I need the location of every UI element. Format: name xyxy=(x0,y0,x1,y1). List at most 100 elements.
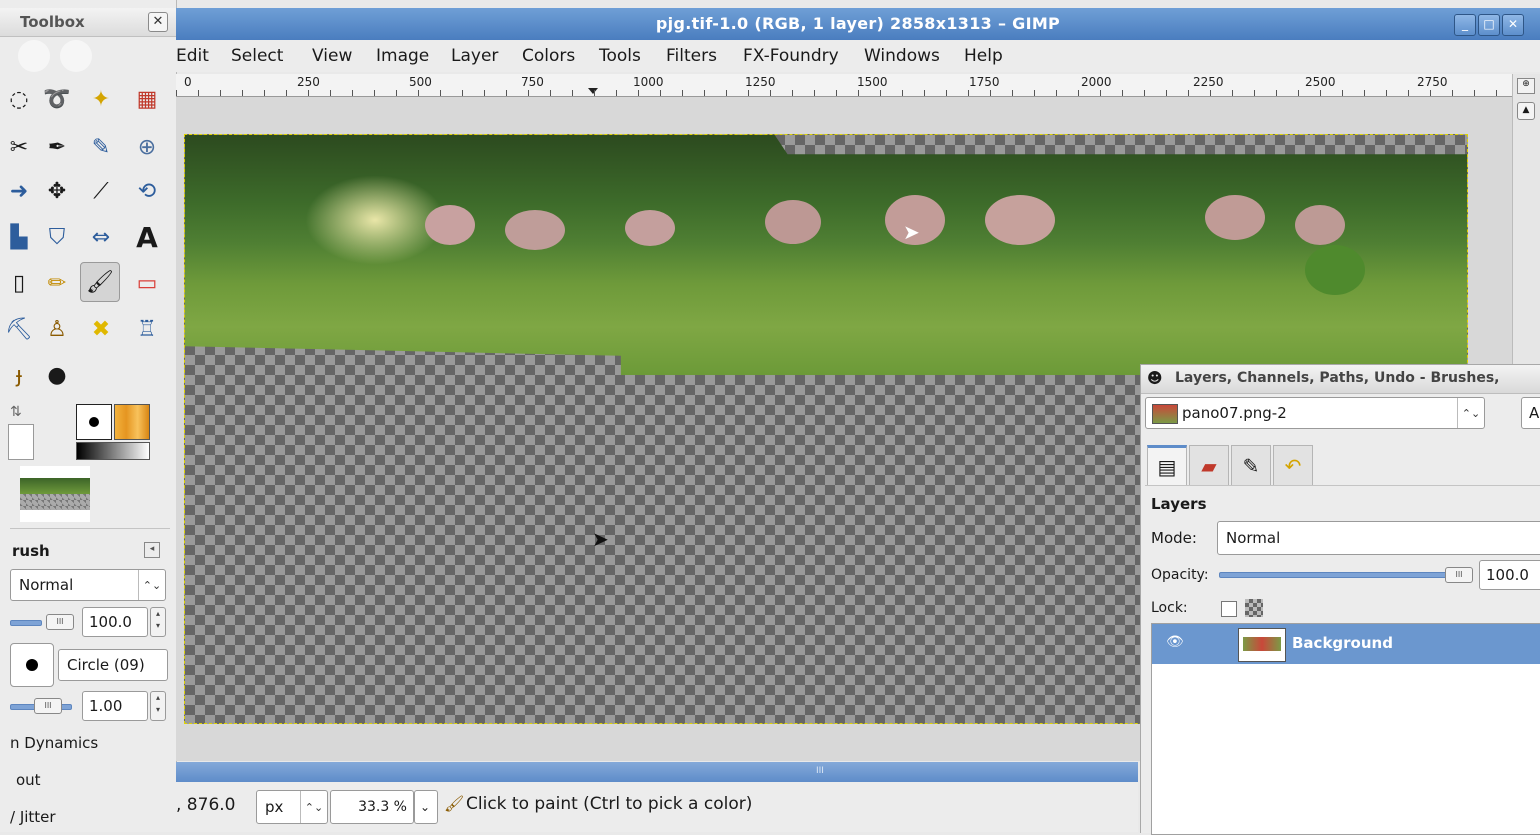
close-icon[interactable]: ✕ xyxy=(1502,14,1524,36)
unit-select[interactable]: px ⌃⌄ xyxy=(256,790,328,824)
bucket-fill-icon[interactable]: ▯ xyxy=(0,264,38,302)
paint-mode-select[interactable]: Normal ⌃⌄ xyxy=(10,569,166,601)
opacity-slider[interactable] xyxy=(10,620,42,626)
paintbrush-icon[interactable]: 🖌 xyxy=(80,262,120,302)
default-colors-swatch[interactable] xyxy=(8,424,34,460)
layer-opacity-slider[interactable] xyxy=(1219,572,1471,578)
menu-edit[interactable]: Edit xyxy=(176,46,209,66)
image-window-titlebar[interactable]: pjg.tif-1.0 (RGB, 1 layer) 2858x1313 – G… xyxy=(176,8,1540,41)
image-select[interactable]: pano07.png-2 ⌃⌄ xyxy=(1145,397,1485,429)
airbrush-icon[interactable]: ⛏ xyxy=(0,310,38,348)
menu-colors[interactable]: Colors xyxy=(522,46,575,66)
menu-layer[interactable]: Layer xyxy=(451,46,498,66)
layer-opacity-input[interactable]: 100.0 xyxy=(1479,560,1540,590)
dock-titlebar[interactable]: ☻ Layers, Channels, Paths, Undo - Brushe… xyxy=(1141,365,1540,394)
paths-icon: ✎ xyxy=(1242,453,1260,478)
blossom-tree xyxy=(1205,195,1265,240)
menu-image[interactable]: Image xyxy=(376,46,429,66)
horizontal-scrollbar[interactable]: III xyxy=(176,762,1138,782)
layer-mode-select[interactable]: Normal xyxy=(1217,521,1540,555)
color-picker-icon[interactable]: ✎ xyxy=(82,128,120,166)
dynamics-option[interactable]: n Dynamics xyxy=(10,734,98,752)
size-input[interactable]: 1.00 xyxy=(82,691,148,721)
zoom-dropdown-button[interactable]: ⌄ xyxy=(414,790,438,824)
eye-icon[interactable]: 👁 xyxy=(1166,634,1184,650)
brush-preview-button[interactable] xyxy=(10,643,54,687)
lock-pixels-checkbox[interactable] xyxy=(1221,601,1237,617)
eraser-icon[interactable]: ▭ xyxy=(128,264,166,302)
ruler-ticks xyxy=(176,90,1512,96)
tab-layers[interactable]: ▤ xyxy=(1147,445,1187,485)
brush-name-field[interactable]: Circle (09) xyxy=(58,649,168,681)
menu-filters[interactable]: Filters xyxy=(666,46,717,66)
smudge-icon[interactable]: ɟ xyxy=(0,356,38,394)
ruler-label: 2500 xyxy=(1305,75,1336,89)
heal-icon[interactable]: ✖ xyxy=(82,310,120,348)
ruler-label: 1750 xyxy=(969,75,1000,89)
ruler-label: 1000 xyxy=(633,75,664,89)
tab-undo[interactable]: ↶ xyxy=(1273,445,1313,485)
gradient-preview[interactable] xyxy=(76,442,150,460)
horizontal-ruler[interactable]: 0 250 500 750 1000 1250 1500 1750 2000 2… xyxy=(176,74,1512,97)
swap-colors-icon[interactable]: ⇅ xyxy=(10,404,22,420)
lock-alpha-icon[interactable] xyxy=(1245,599,1263,617)
menu-fx-foundry[interactable]: FX-Foundry xyxy=(743,46,839,66)
shear-icon[interactable]: ⛉ xyxy=(38,218,76,256)
scissors-icon[interactable]: ✂ xyxy=(0,128,38,166)
zoom-input[interactable]: 33.3 % xyxy=(330,790,414,824)
fade-option[interactable]: out xyxy=(16,771,41,789)
select-by-color-icon[interactable]: ▦ xyxy=(128,80,166,118)
move-icon[interactable]: ✥ xyxy=(38,172,76,210)
tab-paths[interactable]: ✎ xyxy=(1231,445,1271,485)
pattern-preview[interactable] xyxy=(114,404,150,440)
opacity-slider-handle[interactable]: III xyxy=(46,614,74,630)
statusbar: , 876.0 px ⌃⌄ 33.3 % ⌄ 🖌 Click to paint … xyxy=(176,782,1138,832)
layers-list[interactable]: 👁 Background xyxy=(1151,623,1540,835)
menu-select[interactable]: Select xyxy=(231,46,283,66)
lock-label: Lock: xyxy=(1151,600,1188,616)
menu-tools[interactable]: Tools xyxy=(599,46,641,66)
ink-icon[interactable]: ♙ xyxy=(38,310,76,348)
crop-icon[interactable]: ⟋ xyxy=(82,172,120,210)
scroll-grip-icon[interactable]: III xyxy=(816,766,824,776)
zoom-icon[interactable]: ⊕ xyxy=(128,128,166,166)
maximize-icon[interactable]: □ xyxy=(1478,14,1500,36)
opacity-input[interactable]: 100.0 xyxy=(82,607,148,637)
image-thumbnail[interactable] xyxy=(20,466,90,522)
image-thumbnail-icon xyxy=(1152,404,1178,424)
size-spin-buttons[interactable]: ▴ ▾ xyxy=(150,691,166,721)
dodge-burn-icon[interactable]: ● xyxy=(38,356,76,394)
flip-icon[interactable]: ⇔ xyxy=(82,218,120,256)
layer-opacity-handle[interactable]: III xyxy=(1445,567,1473,583)
text-icon[interactable]: A xyxy=(128,218,166,256)
zoom-nav-icon[interactable]: ⊕ xyxy=(1517,78,1535,94)
blossom-tree xyxy=(505,210,565,250)
toolbox-close-button[interactable]: ✕ xyxy=(148,12,168,32)
lasso-icon[interactable]: ➰ xyxy=(38,80,76,118)
jitter-option[interactable]: / Jitter xyxy=(10,808,56,826)
opacity-spin-buttons[interactable]: ▴ ▾ xyxy=(150,607,166,637)
tab-channels[interactable]: ▰ xyxy=(1189,445,1229,485)
fuzzy-select-icon[interactable]: ✦ xyxy=(82,80,120,118)
layer-name[interactable]: Background xyxy=(1292,634,1393,652)
paths-icon[interactable]: ✒ xyxy=(38,128,76,166)
menu-help[interactable]: Help xyxy=(964,46,1003,66)
sun-glare xyxy=(305,175,445,265)
foreground-brush-preview[interactable] xyxy=(76,404,112,440)
panel-menu-icon[interactable]: ◂ xyxy=(144,542,160,558)
measure-icon[interactable]: ➜ xyxy=(0,172,38,210)
menu-view[interactable]: View xyxy=(312,46,352,66)
menu-windows[interactable]: Windows xyxy=(864,46,940,66)
scale-icon[interactable]: ▙ xyxy=(0,218,38,256)
layer-row[interactable]: 👁 Background xyxy=(1152,624,1540,664)
clone-icon[interactable]: ♖ xyxy=(128,310,166,348)
auto-button[interactable]: A xyxy=(1521,397,1540,429)
free-select-icon[interactable]: ◌ xyxy=(0,80,38,118)
ruler-label: 2250 xyxy=(1193,75,1224,89)
toolbox-titlebar[interactable]: Toolbox ✕ xyxy=(0,8,176,37)
scroll-up-icon[interactable]: ▲ xyxy=(1517,102,1535,120)
pencil-icon[interactable]: ✏ xyxy=(38,264,76,302)
rotate-icon[interactable]: ⟲ xyxy=(128,172,166,210)
minimize-icon[interactable]: _ xyxy=(1454,14,1476,36)
size-slider-handle[interactable]: III xyxy=(34,698,62,714)
